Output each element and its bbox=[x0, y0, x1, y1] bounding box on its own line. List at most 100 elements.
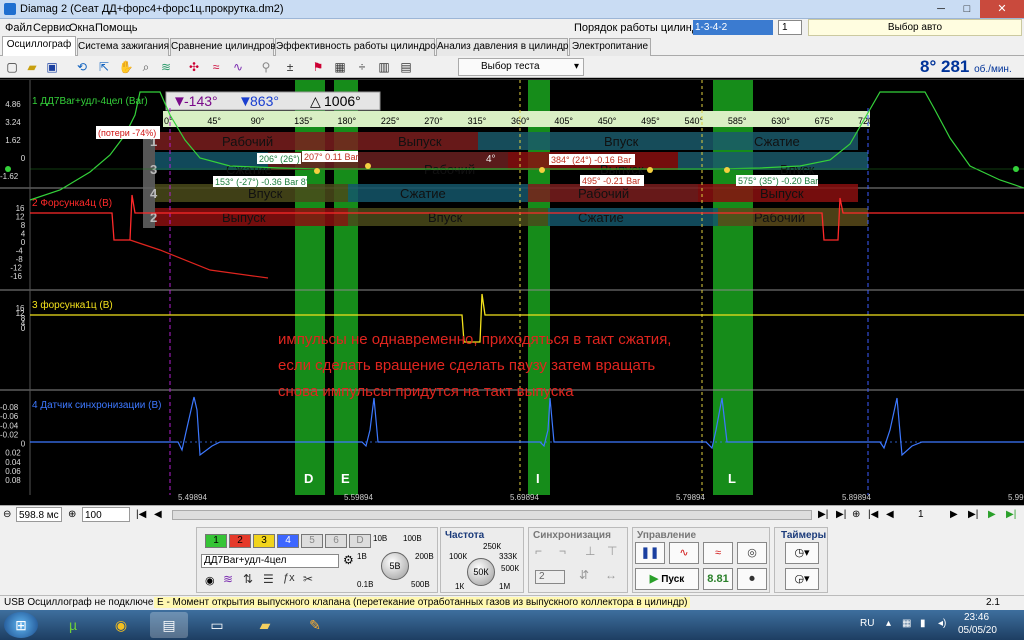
play-end-icon[interactable]: ▶| bbox=[1006, 507, 1016, 522]
function-icon[interactable]: ƒx bbox=[283, 572, 295, 584]
start-button[interactable]: ▶ Пуск bbox=[635, 568, 699, 590]
filter-icon[interactable]: ∿ bbox=[230, 59, 246, 75]
explorer-icon[interactable]: ▰ bbox=[246, 612, 284, 638]
back-icon[interactable]: ◀ bbox=[886, 507, 894, 522]
cylinder-order-select[interactable]: 1-3-4-2 bbox=[693, 20, 773, 35]
oscilloscope-canvas[interactable]: 0° 45° 90° 135° 180° 225° 270° 315° 360° 405° 450°… bbox=[0, 80, 1024, 504]
channel-1-label[interactable]: 1 ДД7Bar+удл-4цел (Bar) bbox=[32, 96, 148, 107]
point-marker[interactable] bbox=[539, 167, 545, 173]
sync-channel-select[interactable]: 2 bbox=[535, 570, 565, 584]
cursor-tool-icon[interactable]: ⇱ bbox=[96, 59, 112, 75]
maximize-button[interactable]: □ bbox=[954, 0, 980, 18]
zoom-icon[interactable]: ⌕ bbox=[138, 59, 154, 75]
zoom-in-small-icon[interactable]: ⊕ bbox=[852, 507, 860, 522]
report-icon[interactable]: ▤ bbox=[398, 59, 414, 75]
noise-wave-icon[interactable]: ≈ bbox=[703, 542, 733, 564]
tab-oscilloscope[interactable]: Осциллограф bbox=[2, 36, 76, 56]
open-folder-icon[interactable]: ▰ bbox=[24, 59, 40, 75]
frequency-knob[interactable]: 50К bbox=[467, 558, 495, 586]
channel-button-d[interactable]: D bbox=[349, 534, 371, 548]
zoom-out-icon[interactable]: ⊖ bbox=[3, 507, 11, 522]
channel-button-6[interactable]: 6 bbox=[325, 534, 347, 548]
flag-icon[interactable]: ⚑ bbox=[310, 59, 326, 75]
horizontal-scrollbar[interactable] bbox=[172, 510, 812, 520]
eye-icon[interactable]: ◉ bbox=[205, 574, 215, 587]
invert-icon[interactable]: ⇅ bbox=[243, 572, 253, 586]
close-button[interactable]: ✕ bbox=[980, 0, 1024, 18]
channel-3-label[interactable]: 3 форсунка1ц (В) bbox=[32, 299, 113, 311]
record-button[interactable]: ⏺ bbox=[737, 568, 767, 590]
clock-time[interactable]: 23:46 bbox=[964, 612, 989, 623]
split-icon[interactable]: ÷ bbox=[354, 59, 370, 75]
sync-fall-icon[interactable]: ¬ bbox=[559, 544, 566, 558]
paint-icon[interactable]: ✎ bbox=[296, 612, 334, 638]
window-taskbar-icon[interactable]: ▭ bbox=[198, 612, 236, 638]
wave-icon[interactable]: ≋ bbox=[223, 572, 233, 586]
channel-1-offset-handle[interactable] bbox=[5, 166, 11, 172]
menu-help[interactable]: Помощь bbox=[95, 22, 138, 34]
channel-button-4[interactable]: 4 bbox=[277, 534, 299, 548]
grid-icon[interactable]: ▦ bbox=[332, 59, 348, 75]
cylinder-spinner[interactable]: 1 bbox=[778, 20, 802, 35]
next-page-icon[interactable]: ▶| bbox=[818, 507, 828, 522]
menu-windows[interactable]: Окна bbox=[69, 22, 95, 34]
select-auto-button[interactable]: Выбор авто bbox=[808, 19, 1022, 36]
forward-icon[interactable]: ▶ bbox=[950, 507, 958, 522]
tools-icon[interactable]: ✂ bbox=[303, 572, 313, 586]
sync-auto-icon[interactable]: ↔ bbox=[605, 568, 617, 582]
channel-button-1[interactable]: 1 bbox=[205, 534, 227, 548]
test-select[interactable]: Выбор теста ▾ bbox=[458, 58, 584, 76]
utorrent-icon[interactable]: µ bbox=[54, 612, 92, 638]
auto-button[interactable]: ◎ bbox=[737, 542, 767, 564]
new-file-icon[interactable]: ▢ bbox=[4, 59, 20, 75]
play-icon[interactable]: ▶ bbox=[988, 507, 996, 522]
lines-icon[interactable]: ☰ bbox=[263, 572, 274, 586]
markers-icon[interactable]: ✣ bbox=[186, 59, 202, 75]
sync-rise-icon[interactable]: ⌐ bbox=[535, 544, 542, 558]
angle-icon[interactable]: ⚲ bbox=[258, 59, 274, 75]
sync-edge-icon[interactable]: ⇵ bbox=[579, 568, 589, 582]
menu-file[interactable]: Файл bbox=[5, 22, 32, 34]
menu-service[interactable]: Сервис bbox=[33, 22, 71, 34]
volt-knob[interactable]: 5В bbox=[381, 552, 409, 580]
sine-wave-icon[interactable]: ∿ bbox=[669, 542, 699, 564]
probe-settings-icon[interactable]: ⚙ bbox=[343, 553, 354, 567]
clock-date[interactable]: 05/05/20 bbox=[958, 625, 997, 636]
step-back-icon[interactable]: |◀ bbox=[868, 507, 878, 522]
sync-level-icon[interactable]: ⊥ bbox=[585, 544, 595, 558]
page-number[interactable]: 1 bbox=[918, 507, 924, 522]
pause-button[interactable]: ❚❚ bbox=[635, 542, 665, 564]
timer-button-1[interactable]: ◷▾ bbox=[785, 542, 819, 564]
channel-1-offset-handle[interactable] bbox=[1013, 166, 1019, 172]
tab-power[interactable]: Электропитание bbox=[569, 38, 651, 56]
hand-tool-icon[interactable]: ✋ bbox=[118, 59, 134, 75]
channel-button-5[interactable]: 5 bbox=[301, 534, 323, 548]
timebase-field[interactable]: 598.8 мс bbox=[16, 507, 62, 522]
zero-offset-icon[interactable]: ± bbox=[282, 59, 298, 75]
tab-ignition[interactable]: Система зажигания bbox=[77, 38, 169, 56]
minimize-button[interactable]: ─ bbox=[928, 0, 954, 18]
diamag-taskbar-icon[interactable]: ▤ bbox=[150, 612, 188, 638]
tab-cylinder-efficiency[interactable]: Эффективность работы цилиндров bbox=[275, 38, 441, 56]
columns-icon[interactable]: ▥ bbox=[376, 59, 392, 75]
save-icon[interactable]: ▣ bbox=[44, 59, 60, 75]
rotate-icon[interactable]: ⟲ bbox=[74, 59, 90, 75]
last-page-icon[interactable]: ▶| bbox=[968, 507, 978, 522]
start-menu-icon[interactable]: ⊞ bbox=[4, 612, 38, 638]
zoom-in-icon[interactable]: ⊕ bbox=[68, 507, 76, 522]
chrome-icon[interactable]: ◉ bbox=[102, 612, 140, 638]
point-marker[interactable] bbox=[647, 167, 653, 173]
tab-pressure-analysis[interactable]: Анализ давления в цилиндре bbox=[436, 38, 574, 56]
channel-button-3[interactable]: 3 bbox=[253, 534, 275, 548]
point-marker[interactable] bbox=[365, 163, 371, 169]
tray-network-icon[interactable]: ▦ bbox=[902, 618, 911, 629]
tray-volume-icon[interactable]: ◂) bbox=[938, 618, 946, 629]
layers-icon[interactable]: ≋ bbox=[158, 59, 174, 75]
channel-button-2[interactable]: 2 bbox=[229, 534, 251, 548]
channel-probe-select[interactable]: ДД7Bar+удл-4цел bbox=[201, 554, 339, 568]
tray-signal-icon[interactable]: ▮ bbox=[920, 618, 926, 629]
tab-cylinder-compare[interactable]: Сравнение цилиндров bbox=[170, 38, 276, 56]
tray-arrow-icon[interactable]: ▴ bbox=[886, 618, 891, 629]
wave-compare-icon[interactable]: ≈ bbox=[208, 59, 224, 75]
language-indicator[interactable]: RU bbox=[860, 618, 874, 629]
